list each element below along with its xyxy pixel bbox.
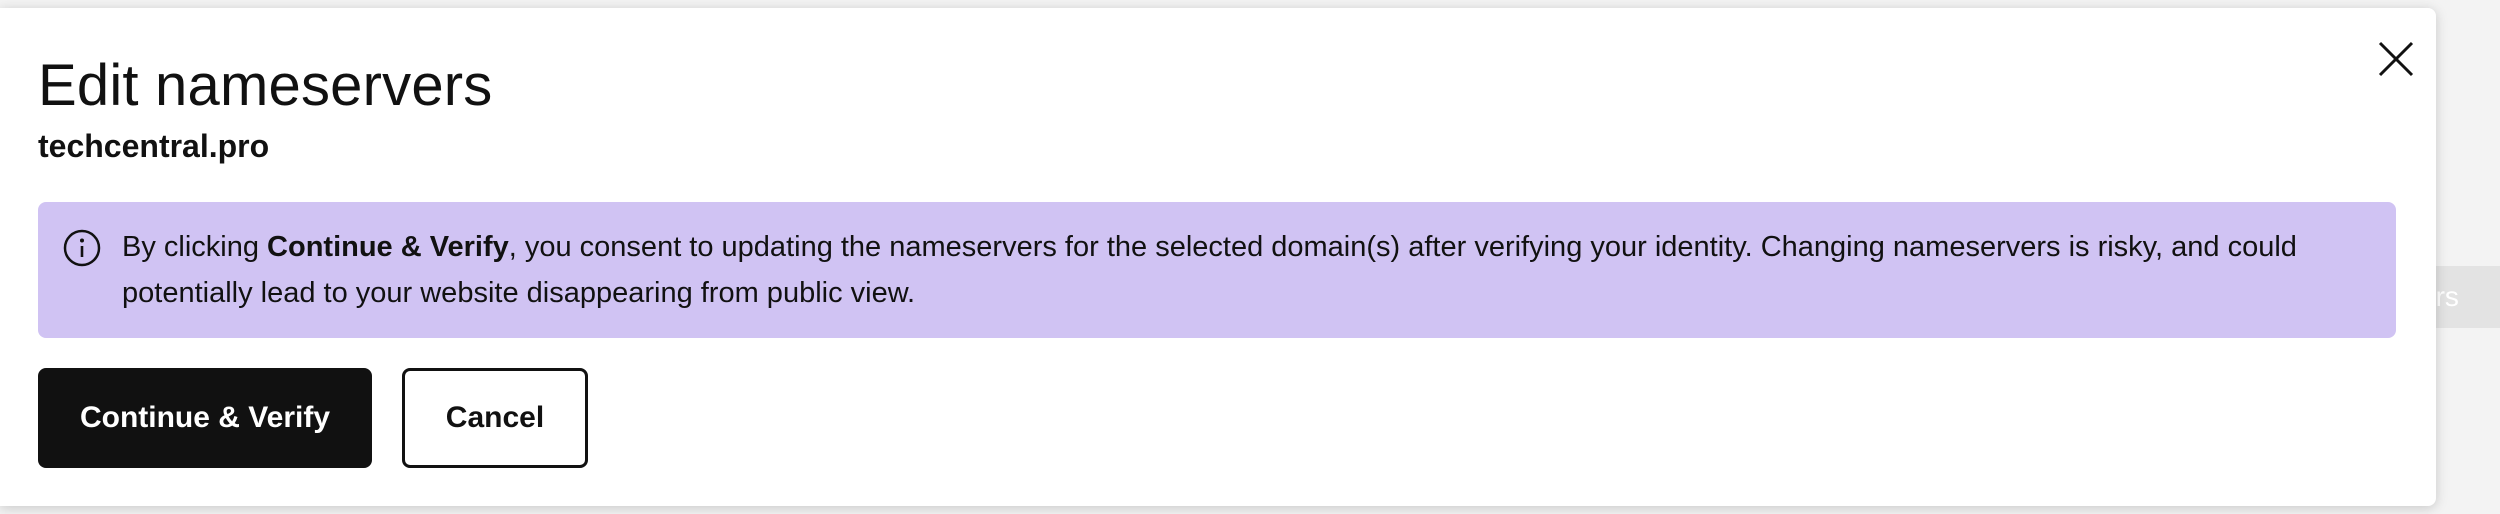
alert-text-bold: Continue & Verify	[267, 231, 509, 263]
close-icon	[2378, 41, 2414, 77]
close-button[interactable]	[2370, 33, 2422, 85]
continue-verify-button[interactable]: Continue & Verify	[38, 368, 372, 468]
edit-nameservers-dialog: Edit nameservers techcentral.pro By clic…	[0, 8, 2436, 506]
domain-name: techcentral.pro	[38, 128, 270, 164]
alert-text-prefix: By clicking	[122, 231, 268, 263]
alert-message: By clicking Continue & Verify, you conse…	[122, 224, 2356, 316]
info-icon	[63, 229, 101, 267]
consent-alert: By clicking Continue & Verify, you conse…	[38, 202, 2396, 338]
cancel-button[interactable]: Cancel	[402, 368, 588, 468]
dialog-title: Edit nameservers	[38, 53, 493, 118]
